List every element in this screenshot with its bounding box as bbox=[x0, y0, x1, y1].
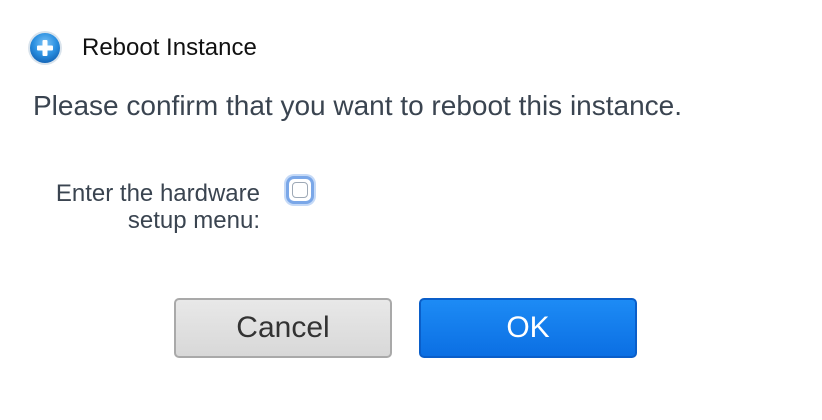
reboot-instance-dialog: Reboot Instance Please confirm that you … bbox=[0, 0, 822, 420]
hardware-setup-checkbox[interactable] bbox=[286, 176, 314, 204]
ok-button[interactable]: OK bbox=[419, 298, 637, 358]
confirmation-message: Please confirm that you want to reboot t… bbox=[33, 90, 683, 121]
hardware-setup-label-line1: Enter the hardware bbox=[55, 180, 260, 207]
hardware-setup-label-line2: setup menu: bbox=[127, 207, 260, 234]
dialog-header: Reboot Instance bbox=[26, 28, 257, 68]
checkbox-box bbox=[292, 182, 308, 198]
cancel-button[interactable]: Cancel bbox=[174, 298, 392, 358]
hardware-setup-label: Enter the hardware setup menu: bbox=[20, 180, 260, 234]
dialog-title: Reboot Instance bbox=[82, 34, 257, 61]
plus-circle-icon bbox=[26, 29, 64, 67]
